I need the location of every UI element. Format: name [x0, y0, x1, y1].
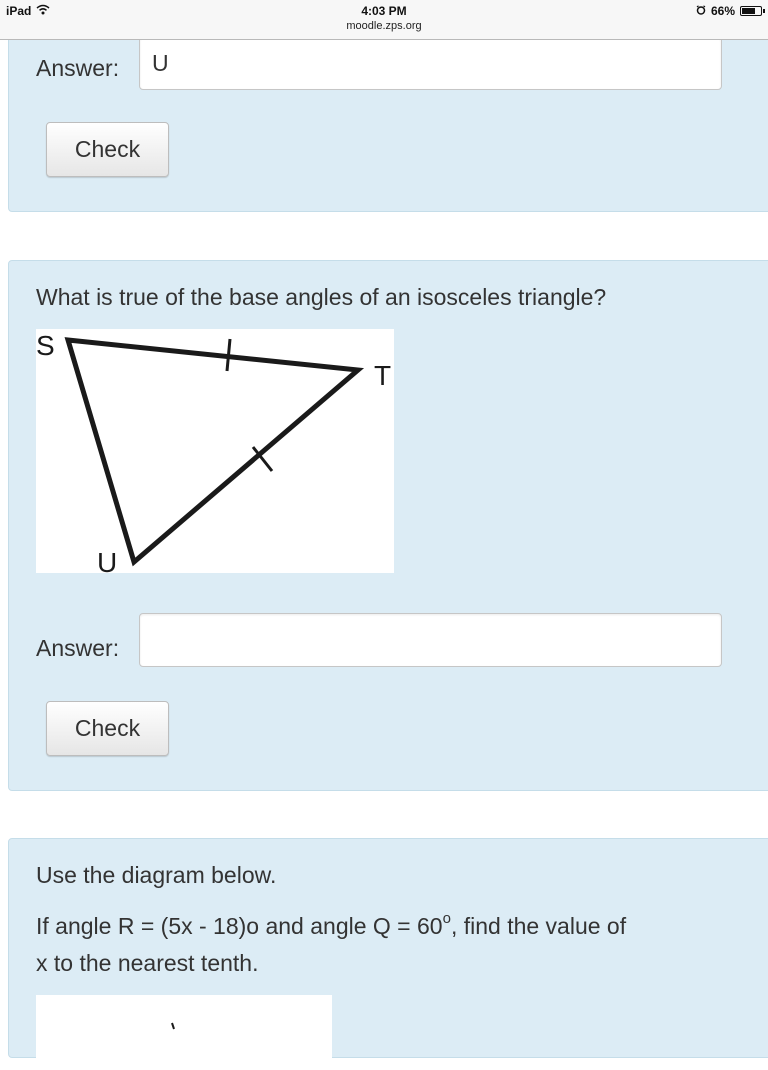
battery-percent: 66%: [710, 4, 735, 18]
answer-label: Answer:: [36, 55, 120, 81]
page-url[interactable]: moodle.zps.org: [0, 19, 768, 34]
vertex-label-t: T: [374, 360, 391, 391]
question-prompt: What is true of the base angles of an is…: [36, 284, 607, 310]
question-prompt-continued: x to the nearest tenth.: [36, 950, 259, 976]
question-card-3: Use the diagram below. If angle R = (5x …: [8, 838, 768, 1065]
degree-symbol: o: [442, 910, 451, 927]
answer-label: Answer:: [36, 635, 120, 661]
triangle-svg: S T U: [36, 330, 391, 573]
battery-fill: [742, 8, 756, 14]
status-bar: iPad 4:03 PM moodle.zps.org 66%: [0, 0, 768, 40]
vertex-label-u: U: [97, 547, 117, 573]
status-bar-right: 66%: [696, 4, 765, 18]
triangle-diagram: S T U: [36, 329, 394, 573]
question-instruction: Use the diagram below.: [36, 862, 277, 888]
clock: 4:03 PM: [361, 4, 407, 18]
answer-input-2[interactable]: [139, 613, 722, 667]
diagram-image: [36, 995, 332, 1065]
question-prompt: If angle R = (5x - 18)o and angle Q = 60…: [36, 908, 626, 945]
vertex-label-s: S: [36, 330, 55, 361]
answer-input-1[interactable]: [139, 36, 722, 90]
tick-mark-st: [225, 338, 232, 372]
status-bar-center: 4:03 PM moodle.zps.org: [0, 4, 768, 34]
prompt-part-1: If angle R = (5x - 18)o and angle Q = 60: [36, 913, 443, 939]
prompt-part-2: , find the value of: [450, 913, 627, 939]
check-button-2[interactable]: Check: [46, 701, 169, 756]
question-card-2: What is true of the base angles of an is…: [8, 260, 768, 791]
triangle-stu: [64, 337, 365, 567]
question-card-1: Answer: Check: [8, 22, 768, 212]
alarm-icon: [696, 4, 706, 18]
battery-icon: [740, 6, 765, 16]
check-button-1[interactable]: Check: [46, 122, 169, 177]
